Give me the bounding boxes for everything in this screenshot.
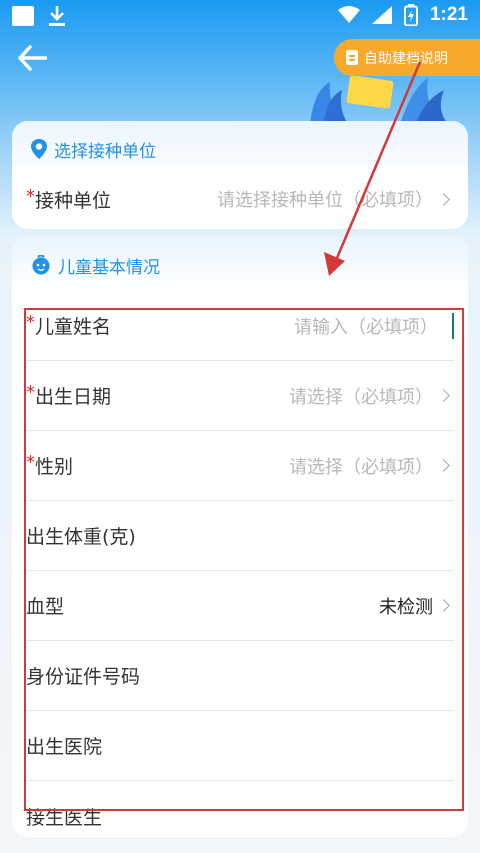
birth-date-value: 请选择（必填项） [289,383,454,409]
chevron-right-icon [437,459,450,472]
document-icon [346,50,358,65]
battery-charging-icon [403,4,418,26]
required-marker: * [26,452,35,473]
required-marker: * [26,185,35,207]
blood-type-field[interactable]: 血型 未检测 [26,571,454,641]
status-bar: 1:21 [0,0,480,34]
blood-type-value: 未检测 [379,593,454,619]
birth-date-field[interactable]: * 出生日期 请选择（必填项） [26,361,454,431]
blood-type-selected: 未检测 [379,596,433,618]
delivery-doctor-label: 接生医生 [26,806,103,829]
gender-field[interactable]: * 性别 请选择（必填项） [26,431,454,501]
vaccination-unit-label: 接种单位 [35,189,112,212]
birth-hospital-field[interactable]: 出生医院 [26,711,454,781]
gender-value: 请选择（必填项） [289,453,454,479]
self-registration-guide-button[interactable]: 自助建档说明 [334,39,480,76]
header-illustration [310,76,448,124]
chevron-right-icon [437,192,450,206]
help-button-label: 自助建档说明 [364,50,448,67]
vaccination-unit-card-title: 选择接种单位 [54,141,156,162]
birth-hospital-label: 出生医院 [26,736,103,758]
child-info-card: 儿童基本情况 * 儿童姓名 请输入（必填项） * 出生日期 请选择（必填项） *… [12,237,468,837]
back-button[interactable] [14,42,50,74]
gender-placeholder: 请选择（必填项） [289,456,433,478]
signal-icon [371,6,392,24]
vaccination-unit-placeholder: 请选择接种单位（必填项） [217,190,433,211]
chevron-right-icon [437,599,450,612]
download-icon [49,6,65,26]
vaccination-unit-card: 选择接种单位 * 接种单位 请选择接种单位（必填项） [12,121,468,229]
id-number-label: 身份证件号码 [26,666,141,688]
vaccination-unit-value: 请选择接种单位（必填项） [217,186,454,212]
blood-type-label: 血型 [26,596,65,618]
child-info-card-title: 儿童基本情况 [58,257,160,278]
required-marker: * [26,382,35,403]
notification-icon [12,6,34,26]
delivery-doctor-field[interactable]: 接生医生 [26,781,454,851]
location-pin-icon [31,139,47,159]
baby-face-icon [32,255,50,275]
birth-weight-label: 出生体重(克) [26,526,136,548]
birth-date-label: 出生日期 [35,386,112,408]
text-cursor [452,312,454,339]
id-number-field[interactable]: 身份证件号码 [26,641,454,711]
gender-label: 性别 [35,456,74,478]
clock-time: 1:21 [429,4,468,25]
vaccination-unit-field[interactable]: * 接种单位 请选择接种单位（必填项） [26,168,454,230]
chevron-right-icon [437,389,450,402]
child-name-placeholder: 请输入（必填项） [294,316,438,338]
birth-date-placeholder: 请选择（必填项） [289,386,433,408]
wifi-icon [337,6,360,23]
back-arrow-icon [18,45,47,71]
child-name-field[interactable]: * 儿童姓名 请输入（必填项） [26,291,454,361]
birth-weight-field[interactable]: 出生体重(克) [26,501,454,571]
required-marker: * [26,312,35,333]
child-name-label: 儿童姓名 [35,316,112,338]
child-info-card-header: 儿童基本情况 [12,237,468,293]
child-name-input[interactable]: 请输入（必填项） [294,312,454,339]
